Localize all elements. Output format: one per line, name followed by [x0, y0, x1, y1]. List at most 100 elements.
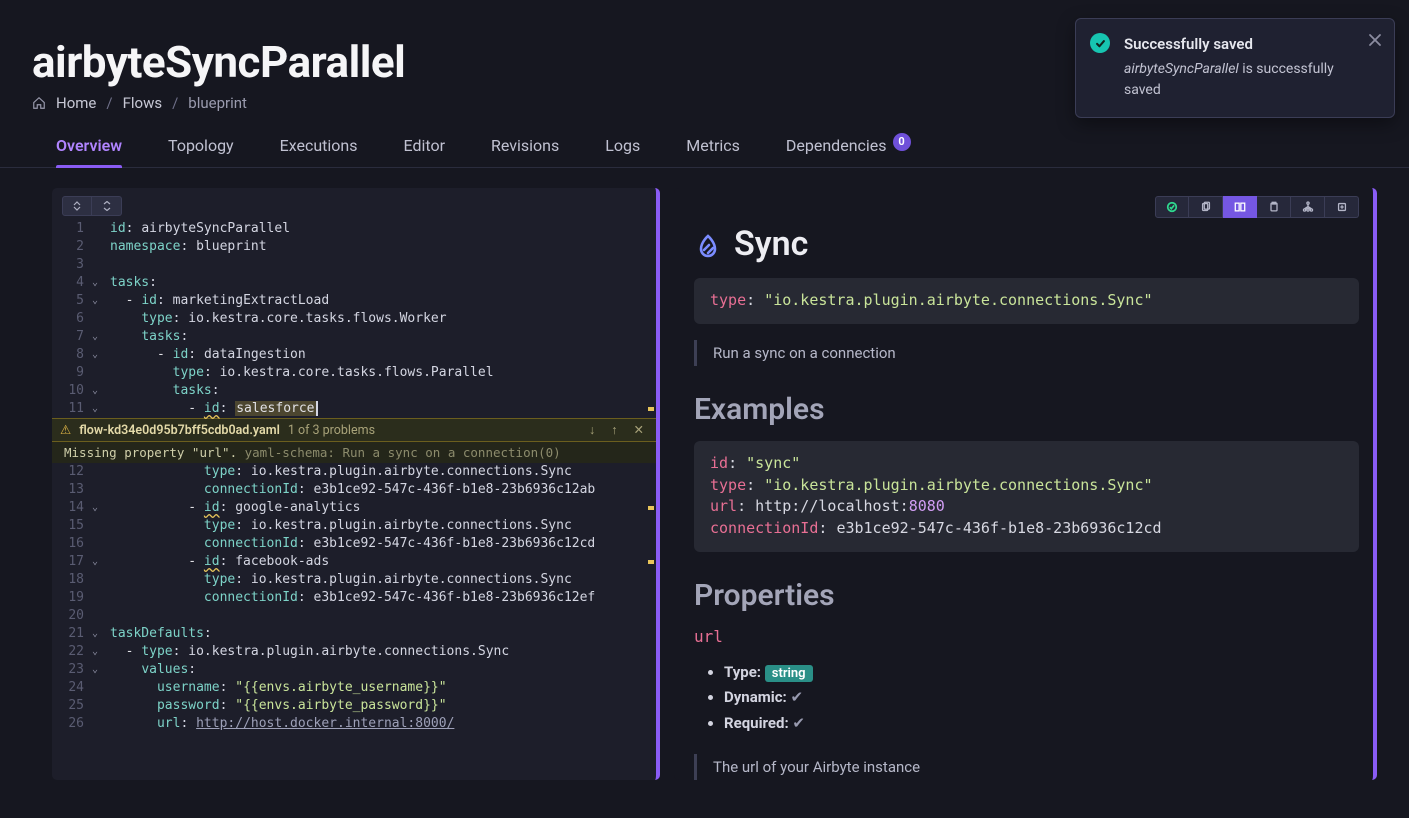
fold-chevron-icon — [92, 535, 110, 553]
toast-title: Successfully saved — [1124, 35, 1356, 53]
code-line[interactable]: 6 type: io.kestra.core.tasks.flows.Worke… — [52, 310, 656, 328]
plugin-icon — [694, 230, 722, 258]
fold-chevron-icon[interactable]: ⌄ — [92, 400, 110, 418]
code-line[interactable]: 12 type: io.kestra.plugin.airbyte.connec… — [52, 463, 656, 481]
tab-dependencies[interactable]: Dependencies 0 — [786, 136, 911, 167]
code-line[interactable]: 19 connectionId: e3b1ce92-547c-436f-b1e8… — [52, 589, 656, 607]
warning-icon: ⚠ — [60, 422, 71, 438]
doc-validate-button[interactable] — [1155, 196, 1189, 218]
example-line: id: "sync" — [710, 453, 1343, 475]
fold-chevron-icon — [92, 463, 110, 481]
tab-metrics[interactable]: Metrics — [686, 136, 740, 167]
problems-prev-icon[interactable]: ↑ — [607, 423, 621, 438]
code-line[interactable]: 11⌄ - id: salesforce — [52, 400, 656, 418]
tabs: Overview Topology Executions Editor Revi… — [0, 112, 1409, 168]
tab-revisions[interactable]: Revisions — [491, 136, 559, 167]
fold-chevron-icon — [92, 481, 110, 499]
problem-msg-src: yaml-schema: Run a sync on a connection(… — [245, 445, 561, 460]
code-line[interactable]: 22⌄ - type: io.kestra.plugin.airbyte.con… — [52, 643, 656, 661]
fold-chevron-icon — [92, 715, 110, 733]
fold-chevron-icon — [92, 238, 110, 256]
tab-topology[interactable]: Topology — [168, 136, 234, 167]
fold-chevron-icon — [92, 679, 110, 697]
code-line[interactable]: 5⌄ - id: marketingExtractLoad — [52, 292, 656, 310]
prop-url-list: Type: string Dynamic: ✔ Required: ✔ — [694, 660, 1359, 737]
doc-description: Run a sync on a connection — [694, 340, 1359, 366]
tab-overview[interactable]: Overview — [56, 136, 122, 167]
code-line[interactable]: 7⌄ tasks: — [52, 328, 656, 346]
fold-chevron-icon[interactable]: ⌄ — [92, 499, 110, 517]
fold-chevron-icon — [92, 517, 110, 535]
check-icon — [1090, 33, 1110, 53]
doc-type-val: "io.kestra.plugin.airbyte.connections.Sy… — [764, 291, 1152, 309]
example-line: url: http://localhost:8080 — [710, 496, 1343, 518]
problems-next-icon[interactable]: ↓ — [585, 423, 599, 438]
code-line[interactable]: 3 — [52, 256, 656, 274]
fold-chevron-icon[interactable]: ⌄ — [92, 382, 110, 400]
doc-panel: Sync type: "io.kestra.plugin.airbyte.con… — [674, 188, 1377, 780]
fold-chevron-icon[interactable]: ⌄ — [92, 661, 110, 679]
doc-export-button[interactable] — [1325, 196, 1359, 218]
fold-chevron-icon[interactable]: ⌄ — [92, 643, 110, 661]
fold-chevron-icon[interactable]: ⌄ — [92, 328, 110, 346]
code-line[interactable]: 20 — [52, 607, 656, 625]
breadcrumb-flows[interactable]: Flows — [123, 94, 163, 112]
fold-chevron-icon[interactable]: ⌄ — [92, 346, 110, 364]
code-line[interactable]: 9 type: io.kestra.core.tasks.flows.Paral… — [52, 364, 656, 382]
doc-clipboard-button[interactable] — [1257, 196, 1291, 218]
problems-close-icon[interactable]: ✕ — [630, 422, 648, 438]
problems-count: 1 of 3 problems — [288, 423, 375, 438]
fold-chevron-icon — [92, 571, 110, 589]
code-line[interactable]: 24 username: "{{envs.airbyte_username}}" — [52, 679, 656, 697]
code-line[interactable]: 17⌄ - id: facebook-ads — [52, 553, 656, 571]
fold-chevron-icon[interactable]: ⌄ — [92, 625, 110, 643]
tab-executions[interactable]: Executions — [280, 136, 358, 167]
code-line[interactable]: 15 type: io.kestra.plugin.airbyte.connec… — [52, 517, 656, 535]
fold-chevron-icon — [92, 589, 110, 607]
doc-toolbar — [694, 188, 1359, 218]
doc-type-block: type: "io.kestra.plugin.airbyte.connecti… — [694, 278, 1359, 324]
example-line: connectionId: e3b1ce92-547c-436f-b1e8-23… — [710, 518, 1343, 540]
check-icon: ✔ — [790, 688, 803, 706]
fold-chevron-icon — [92, 607, 110, 625]
fold-chevron-icon[interactable]: ⌄ — [92, 292, 110, 310]
breadcrumb-home[interactable]: Home — [56, 94, 96, 112]
code-line[interactable]: 2namespace: blueprint — [52, 238, 656, 256]
problem-message: Missing property "url". yaml-schema: Run… — [52, 442, 656, 463]
tab-dependencies-label: Dependencies — [786, 136, 887, 155]
problems-file: flow-kd34e0d95b7bff5cdb0ad.yaml — [79, 423, 280, 438]
fold-chevron-icon[interactable]: ⌄ — [92, 274, 110, 292]
code-area[interactable]: 1id: airbyteSyncParallel2namespace: blue… — [52, 220, 656, 418]
code-area-2[interactable]: 12 type: io.kestra.plugin.airbyte.connec… — [52, 463, 656, 733]
code-line[interactable]: 8⌄ - id: dataIngestion — [52, 346, 656, 364]
collapse-all-button[interactable] — [62, 196, 92, 216]
tab-editor[interactable]: Editor — [404, 136, 445, 167]
code-line[interactable]: 26 url: http://host.docker.internal:8000… — [52, 715, 656, 733]
code-line[interactable]: 21⌄taskDefaults: — [52, 625, 656, 643]
code-line[interactable]: 14⌄ - id: google-analytics — [52, 499, 656, 517]
fold-chevron-icon[interactable]: ⌄ — [92, 553, 110, 571]
doc-tree-button[interactable] — [1291, 196, 1325, 218]
code-line[interactable]: 18 type: io.kestra.plugin.airbyte.connec… — [52, 571, 656, 589]
breadcrumb-sep: / — [172, 94, 178, 112]
prop-type: Type: string — [724, 660, 1359, 686]
prop-required: Required: ✔ — [724, 711, 1359, 737]
breadcrumb-sep: / — [106, 94, 112, 112]
doc-copy-button[interactable] — [1189, 196, 1223, 218]
prop-url-desc: The url of your Airbyte instance — [694, 754, 1359, 780]
code-line[interactable]: 16 connectionId: e3b1ce92-547c-436f-b1e8… — [52, 535, 656, 553]
code-line[interactable]: 25 password: "{{envs.airbyte_password}}" — [52, 697, 656, 715]
expand-all-button[interactable] — [92, 196, 122, 216]
code-line[interactable]: 10⌄ tasks: — [52, 382, 656, 400]
doc-split-button[interactable] — [1223, 196, 1257, 218]
code-line[interactable]: 23⌄ values: — [52, 661, 656, 679]
code-line[interactable]: 4⌄tasks: — [52, 274, 656, 292]
code-line[interactable]: 1id: airbyteSyncParallel — [52, 220, 656, 238]
minimap-warning-mark — [648, 560, 654, 564]
code-line[interactable]: 13 connectionId: e3b1ce92-547c-436f-b1e8… — [52, 481, 656, 499]
doc-properties-heading: Properties — [694, 578, 1359, 613]
doc-example-block: id: "sync"type: "io.kestra.plugin.airbyt… — [694, 441, 1359, 552]
tab-logs[interactable]: Logs — [605, 136, 640, 167]
close-icon[interactable] — [1368, 33, 1382, 47]
fold-chevron-icon — [92, 697, 110, 715]
